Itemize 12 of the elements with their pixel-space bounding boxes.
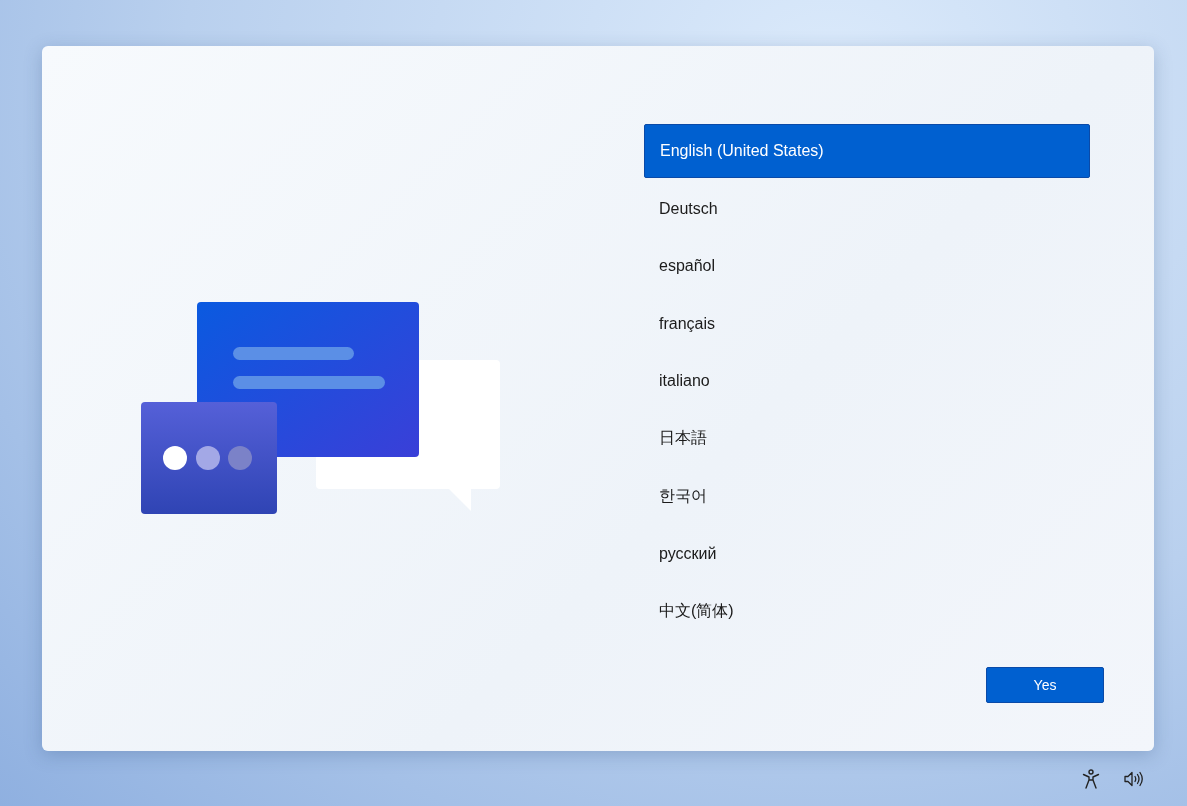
language-option[interactable]: русский (644, 527, 1090, 582)
volume-icon[interactable] (1124, 771, 1144, 787)
language-option[interactable]: français (644, 296, 1090, 351)
language-option[interactable]: 中文(简体) (644, 584, 1090, 639)
language-option[interactable]: español (644, 239, 1090, 294)
language-option[interactable]: English (United States) (644, 124, 1090, 178)
yes-button[interactable]: Yes (986, 667, 1104, 703)
language-option[interactable]: Deutsch (644, 181, 1090, 236)
accessibility-icon[interactable] (1082, 769, 1100, 789)
language-option[interactable]: 한국어 (644, 469, 1090, 524)
language-option[interactable]: 日本語 (644, 411, 1090, 466)
language-option[interactable]: italiano (644, 354, 1090, 409)
